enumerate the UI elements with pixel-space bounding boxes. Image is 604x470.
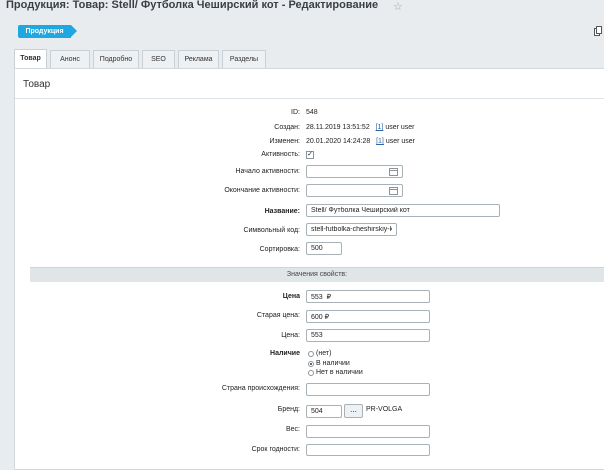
price-label: Цена xyxy=(282,293,300,300)
availability-option-in-stock: В наличии xyxy=(316,360,350,367)
code-input[interactable] xyxy=(306,223,397,236)
price-input[interactable] xyxy=(306,290,430,303)
title-bar: Продукция: Товар: Stell/ Футболка Чеширс… xyxy=(0,0,604,20)
active-label: Активность: xyxy=(261,151,300,158)
sort-input[interactable] xyxy=(306,242,342,255)
old-price-input[interactable] xyxy=(306,310,430,323)
tab-announce[interactable]: Анонс xyxy=(50,50,90,68)
copy-icon[interactable] xyxy=(594,26,602,36)
weight-input[interactable] xyxy=(306,425,430,438)
modified-label: Изменен: xyxy=(269,138,300,145)
availability-option-none: (нет) xyxy=(316,350,332,357)
active-from-label: Начало активности: xyxy=(235,168,300,175)
star-icon[interactable]: ☆ xyxy=(393,0,403,13)
created-label: Создан: xyxy=(274,124,300,131)
active-to-label: Окончание активности: xyxy=(224,187,300,194)
brand-input[interactable] xyxy=(306,405,342,418)
created-user: user user xyxy=(385,124,415,131)
properties-section-header: Значения свойств: xyxy=(30,267,604,282)
brand-label: Бренд: xyxy=(277,406,300,413)
old-price-label: Старая цена: xyxy=(256,312,300,319)
tab-seo[interactable]: SEO xyxy=(142,50,175,68)
id-label: ID: xyxy=(291,109,300,116)
brand-name: PR-VOLGA xyxy=(366,406,403,413)
modified-info: 20.01.2020 14:24:28 [1] user user xyxy=(306,138,415,145)
brand-select-button[interactable]: ... xyxy=(344,404,363,418)
created-date: 28.11.2019 13:51:52 xyxy=(306,124,370,131)
page-title: Продукция: Товар: Stell/ Футболка Чеширс… xyxy=(6,0,379,11)
modified-user-link[interactable]: [1] xyxy=(376,138,384,145)
tab-details[interactable]: Подробно xyxy=(93,50,139,68)
calendar-icon[interactable] xyxy=(389,168,398,176)
active-checkbox[interactable]: ✓ xyxy=(306,151,314,159)
sort-label: Сортировка: xyxy=(259,246,300,253)
shelf-life-label: Срок годности: xyxy=(251,446,300,453)
back-to-products-button[interactable]: Продукция xyxy=(18,25,77,38)
country-label: Страна происхождения: xyxy=(221,385,300,392)
shelf-life-input[interactable] xyxy=(306,444,430,456)
price2-input[interactable] xyxy=(306,329,430,342)
created-info: 28.11.2019 13:51:52 [1] user user xyxy=(306,124,415,131)
tab-product[interactable]: Товар xyxy=(14,49,47,69)
weight-label: Вес: xyxy=(285,426,300,433)
modified-user: user user xyxy=(385,138,416,145)
name-input[interactable] xyxy=(306,204,500,217)
tab-ads[interactable]: Реклама xyxy=(178,50,219,68)
id-value: 548 xyxy=(306,109,318,116)
panel-title: Товар xyxy=(23,79,51,90)
code-label: Символьный код: xyxy=(243,227,300,234)
name-label: Название: xyxy=(264,208,300,215)
availability-option-out-of-stock: Нет в наличии xyxy=(316,369,363,376)
price2-label: Цена: xyxy=(281,332,300,339)
country-input[interactable] xyxy=(306,383,430,396)
modified-date: 20.01.2020 14:24:28 xyxy=(306,138,371,145)
calendar-icon[interactable] xyxy=(389,187,398,195)
tab-sections[interactable]: Разделы xyxy=(222,50,266,68)
created-user-link[interactable]: [1] xyxy=(376,124,384,131)
availability-radio-out-of-stock[interactable] xyxy=(308,370,314,376)
toolbar xyxy=(0,22,604,42)
availability-radio-none[interactable] xyxy=(308,351,314,357)
divider xyxy=(15,98,604,99)
availability-label: Наличие xyxy=(270,350,300,357)
availability-radio-in-stock[interactable] xyxy=(308,361,314,367)
